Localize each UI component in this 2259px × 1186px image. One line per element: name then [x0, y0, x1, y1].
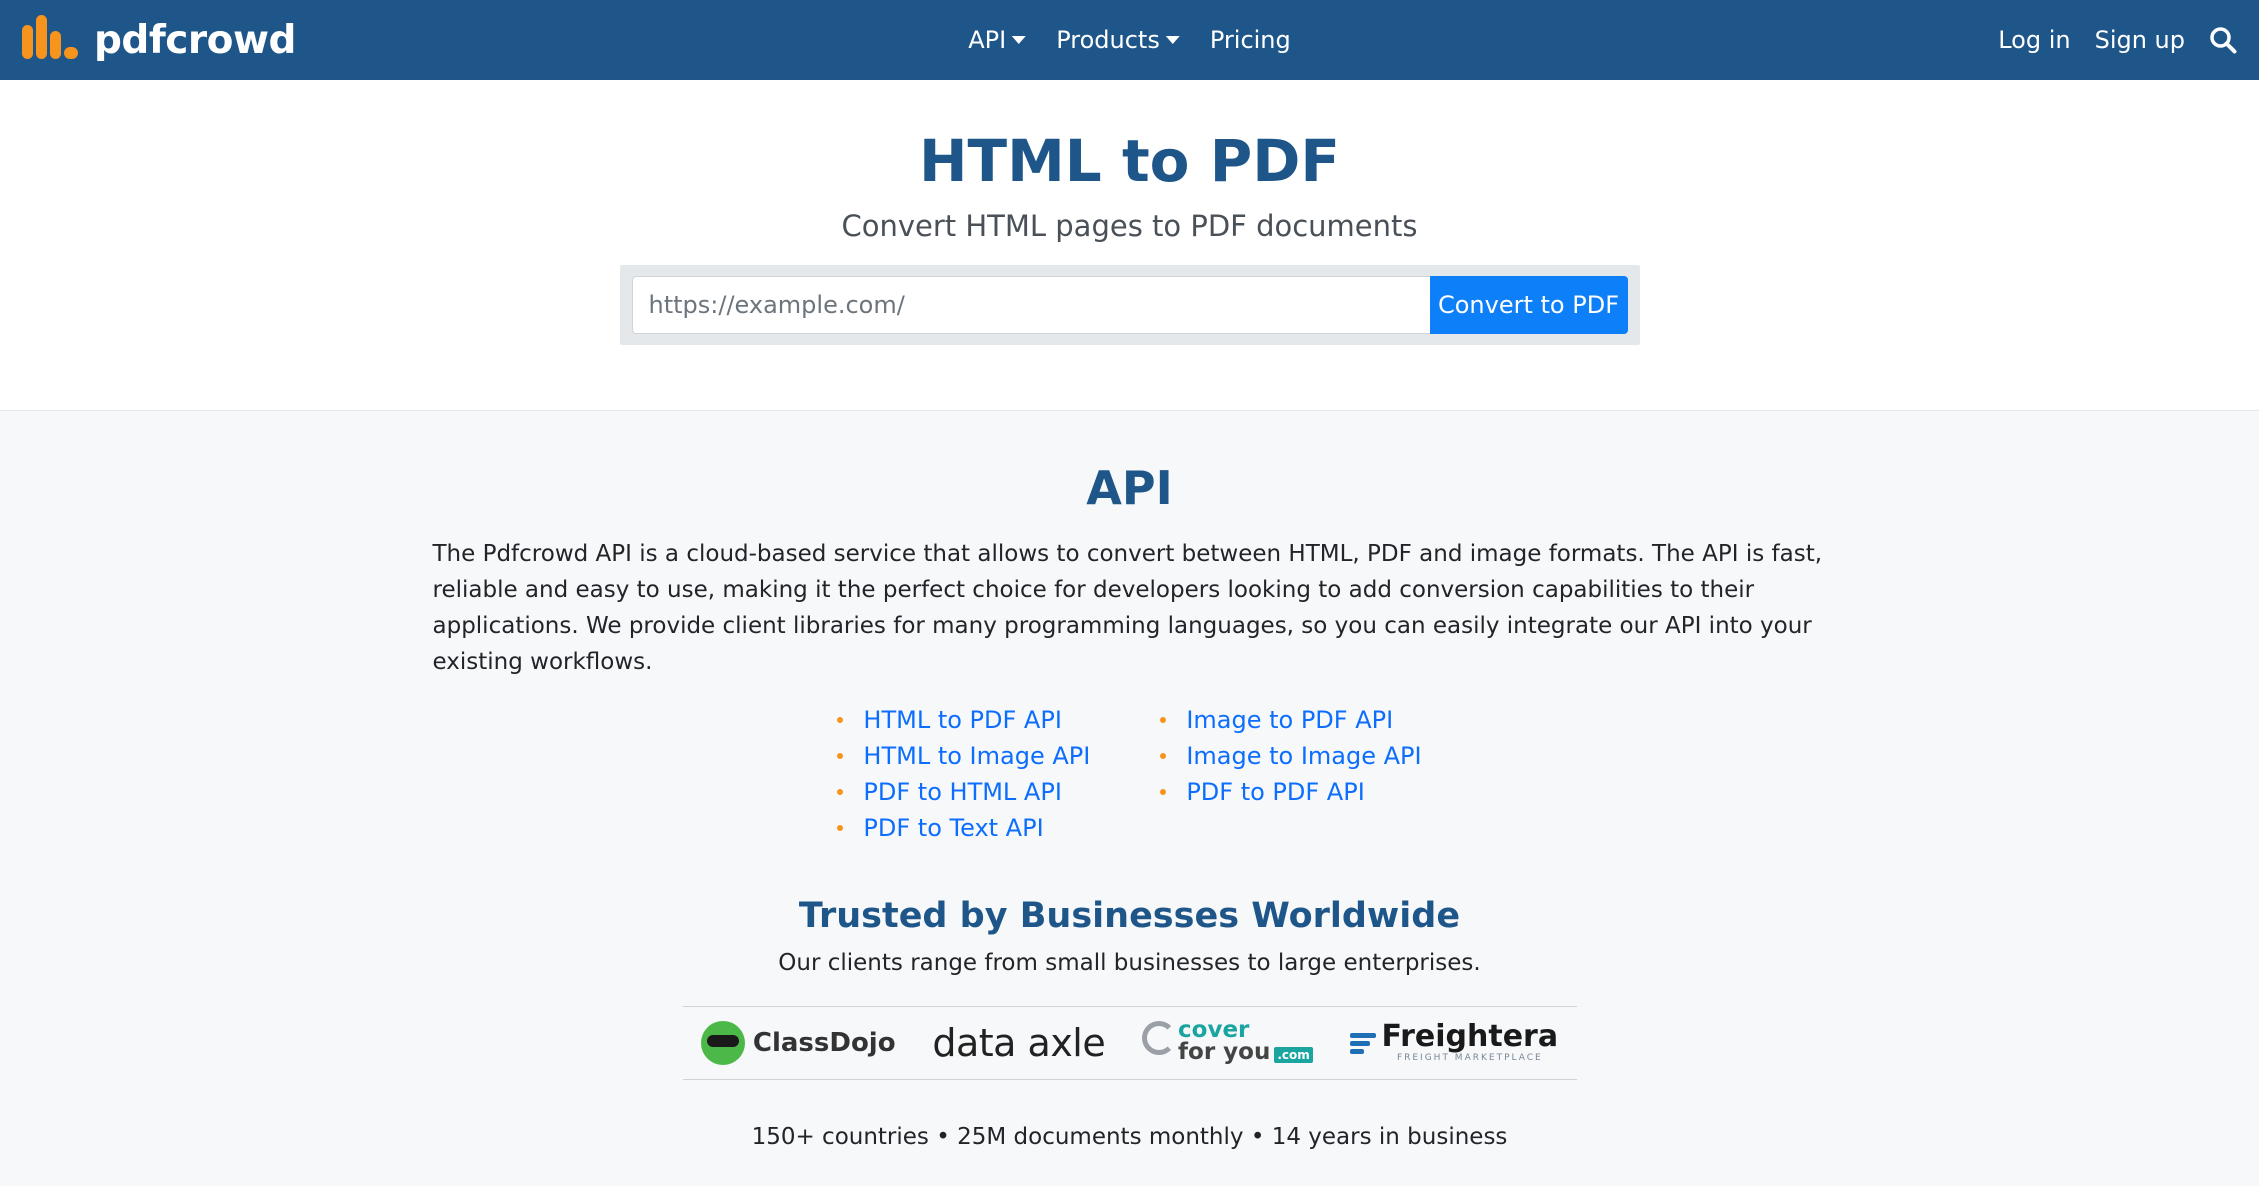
api-links-right: Image to PDF API Image to Image API PDF …	[1160, 702, 1421, 846]
business-stats: 150+ countries • 25M documents monthly •…	[751, 1123, 1508, 1150]
pdf-to-text-api-link[interactable]: PDF to Text API	[863, 810, 1043, 846]
dataaxle-wordmark: data axle	[932, 1020, 1106, 1065]
coverforyou-wordmark: cover for you .com	[1178, 1019, 1313, 1066]
freightera-wordmark: Freightera FREIGHT MARKETPLACE	[1382, 1022, 1559, 1063]
dataaxle-logo: data axle	[932, 1021, 1105, 1065]
coverforyou-com: .com	[1274, 1047, 1313, 1064]
classdojo-wordmark: ClassDojo	[752, 1027, 896, 1058]
list-item: HTML to Image API	[837, 738, 1090, 774]
convert-to-pdf-button[interactable]: Convert to PDF	[1429, 275, 1628, 334]
caret-down-icon	[1012, 36, 1027, 44]
list-item: PDF to HTML API	[837, 774, 1090, 810]
html-to-pdf-api-link[interactable]: HTML to PDF API	[863, 702, 1062, 738]
image-to-pdf-api-link[interactable]: Image to PDF API	[1186, 702, 1393, 738]
login-link[interactable]: Log in	[1998, 26, 2070, 54]
nav-right: Log in Sign up	[1998, 26, 2237, 54]
freightera-logo: Freightera FREIGHT MARKETPLACE	[1349, 1022, 1559, 1063]
coverforyou-line2: for you	[1178, 1039, 1271, 1066]
list-item: PDF to PDF API	[1160, 774, 1421, 810]
freightera-tagline: FREIGHT MARKETPLACE	[1396, 1053, 1543, 1064]
list-item: PDF to Text API	[837, 810, 1090, 846]
swirl-icon	[1142, 1021, 1177, 1056]
brand-name: pdfcrowd	[94, 17, 296, 63]
api-description: The Pdfcrowd API is a cloud-based servic…	[432, 540, 1823, 675]
client-logos: ClassDojo data axle cover for you .com Fr…	[682, 1005, 1577, 1080]
signup-link[interactable]: Sign up	[2095, 26, 2185, 54]
api-section: API The Pdfcrowd API is a cloud-based se…	[0, 411, 2259, 1186]
nav-products-dropdown[interactable]: Products	[1056, 26, 1180, 54]
api-links-left: HTML to PDF API HTML to Image API PDF to…	[837, 702, 1090, 846]
api-links: HTML to PDF API HTML to Image API PDF to…	[0, 702, 2259, 846]
list-item: Image to Image API	[1160, 738, 1421, 774]
convert-form: Convert to PDF	[619, 264, 1640, 345]
pdfcrowd-logo-icon	[22, 15, 82, 63]
pdf-to-pdf-api-link[interactable]: PDF to PDF API	[1186, 774, 1364, 810]
trusted-subtitle: Our clients range from small businesses …	[778, 949, 1481, 976]
nav-products-label: Products	[1056, 26, 1160, 54]
image-to-image-api-link[interactable]: Image to Image API	[1186, 738, 1421, 774]
page-title: HTML to PDF	[918, 127, 1340, 195]
hero-section: HTML to PDF Convert HTML pages to PDF do…	[0, 80, 2259, 411]
nav-api-label: API	[968, 26, 1007, 54]
url-input[interactable]	[631, 275, 1430, 334]
hero-subtitle: Convert HTML pages to PDF documents	[841, 208, 1418, 243]
freight-stripes-icon	[1349, 1031, 1376, 1055]
search-button[interactable]	[2209, 26, 2237, 54]
nav-pricing-link[interactable]: Pricing	[1210, 26, 1291, 54]
html-to-image-api-link[interactable]: HTML to Image API	[863, 738, 1090, 774]
navbar: pdfcrowd API Products Pricing Log in Sig…	[0, 0, 2259, 80]
freightera-name: Freightera	[1381, 1019, 1559, 1055]
pdf-to-html-api-link[interactable]: PDF to HTML API	[863, 774, 1062, 810]
api-heading: API	[1086, 461, 1173, 515]
caret-down-icon	[1165, 36, 1180, 44]
trusted-heading: Trusted by Businesses Worldwide	[798, 895, 1461, 936]
search-icon	[2210, 27, 2237, 54]
nav-api-dropdown[interactable]: API	[968, 26, 1027, 54]
coverforyou-logo: cover for you .com	[1142, 1019, 1313, 1066]
main-nav: API Products Pricing	[968, 26, 1291, 54]
brand-logo-link[interactable]: pdfcrowd	[22, 15, 296, 63]
classdojo-logo: ClassDojo	[700, 1020, 896, 1065]
classdojo-icon	[700, 1020, 745, 1065]
list-item: HTML to PDF API	[837, 702, 1090, 738]
list-item: Image to PDF API	[1160, 702, 1421, 738]
